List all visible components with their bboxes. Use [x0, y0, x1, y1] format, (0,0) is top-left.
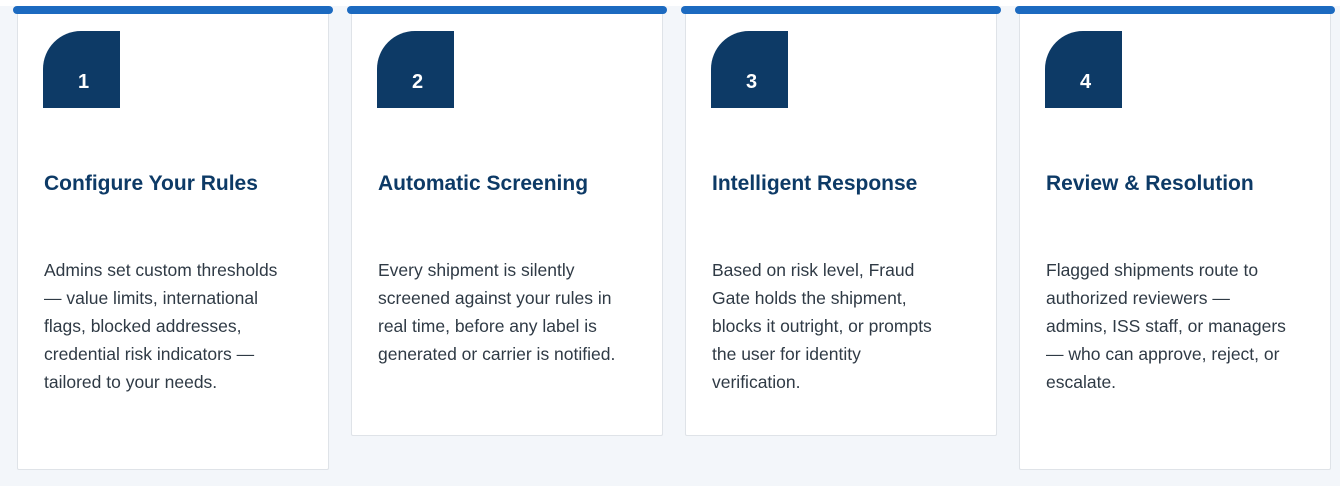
- card-accent-bar: [13, 6, 333, 14]
- step-description: Admins set custom thresholds — value lim…: [44, 260, 278, 392]
- card-accent-bar: [681, 6, 1001, 14]
- step-number-badge: 1: [43, 31, 120, 108]
- step-number-badge: 3: [711, 31, 788, 108]
- step-description: Flagged shipments route to authorized re…: [1046, 260, 1286, 392]
- step-number-badge: 4: [1045, 31, 1122, 108]
- step-description: Every shipment is silently screened agai…: [378, 260, 616, 364]
- step-card-2: 2 Automatic Screening Every shipment is …: [347, 6, 667, 436]
- step-title: Intelligent Response: [712, 172, 918, 195]
- step-number-badge: 2: [377, 31, 454, 108]
- step-card-1: 1 Configure Your Rules Admins set custom…: [13, 6, 333, 470]
- card-accent-bar: [1015, 6, 1335, 14]
- step-title: Automatic Screening: [378, 172, 589, 195]
- step-title: Configure Your Rules: [44, 172, 258, 195]
- step-title: Review & Resolution: [1046, 172, 1254, 195]
- step-description: Based on risk level, Fraud Gate holds th…: [712, 260, 932, 392]
- card-accent-bar: [347, 6, 667, 14]
- step-card-4: 4 Review & Resolution Flagged shipments …: [1015, 6, 1335, 470]
- step-card-3: 3 Intelligent Response Based on risk lev…: [681, 6, 1001, 436]
